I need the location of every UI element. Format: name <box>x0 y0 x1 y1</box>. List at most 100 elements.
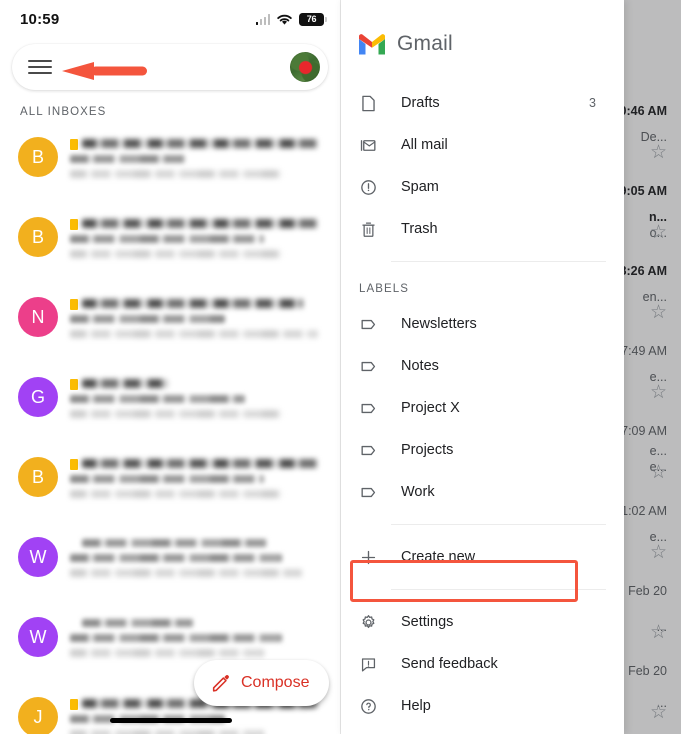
feedback-icon <box>359 655 401 674</box>
drawer-divider <box>391 589 606 590</box>
drawer-divider <box>391 524 606 525</box>
redacted-snippet <box>70 410 282 418</box>
avatar: B <box>18 137 58 177</box>
hamburger-menu-icon[interactable] <box>28 60 52 74</box>
table-row[interactable]: W <box>0 526 340 606</box>
drawer-label-project-x[interactable]: Project X <box>341 387 624 429</box>
unread-marker <box>70 219 78 230</box>
table-row[interactable]: B <box>0 206 340 286</box>
wifi-icon <box>277 14 292 25</box>
drawer-item-spam[interactable]: Spam <box>341 166 624 208</box>
trash-icon <box>359 220 401 239</box>
row-content <box>70 455 328 505</box>
unread-marker <box>70 459 78 470</box>
drawer-item-settings[interactable]: Settings <box>341 601 624 643</box>
redacted-sender <box>70 315 225 323</box>
drawer-item-create-new[interactable]: Create new <box>341 536 624 578</box>
redacted-snippet <box>70 250 282 258</box>
redacted-sender <box>70 235 264 243</box>
redacted-subject <box>82 219 319 228</box>
gear-icon <box>359 613 401 632</box>
redacted-subject <box>82 619 193 627</box>
redacted-subject <box>82 299 304 308</box>
drawer-item-label: Create new <box>401 549 476 565</box>
row-content <box>70 535 328 584</box>
table-row[interactable]: G <box>0 366 340 446</box>
unread-marker <box>70 139 78 150</box>
drawer-item-label: Work <box>401 484 435 500</box>
drawer-header: Gmail <box>341 0 624 88</box>
drawer-label-newsletters[interactable]: Newsletters <box>341 303 624 345</box>
redacted-sender <box>70 155 187 163</box>
plus-icon <box>359 548 401 567</box>
redacted-sender <box>70 475 264 483</box>
redacted-sender <box>70 634 282 642</box>
drawer-item-label: Projects <box>401 442 454 458</box>
drawer-item-all-mail[interactable]: All mail <box>341 124 624 166</box>
redacted-subject <box>82 539 267 547</box>
row-content <box>70 135 328 185</box>
row-content <box>70 215 328 265</box>
home-indicator <box>110 718 232 723</box>
drawer-label-notes[interactable]: Notes <box>341 345 624 387</box>
unread-marker <box>70 699 78 710</box>
table-row[interactable]: N <box>0 286 340 366</box>
drawer-item-label: Newsletters <box>401 316 477 332</box>
compose-button[interactable]: Compose <box>194 660 330 706</box>
redacted-snippet <box>70 170 282 178</box>
battery-percent: 76 <box>306 14 317 24</box>
drawer-item-label: Drafts <box>401 95 440 111</box>
row-content <box>70 375 328 425</box>
drawer-label-projects[interactable]: Projects <box>341 429 624 471</box>
drafts-count: 3 <box>589 96 596 110</box>
signal-bars-icon <box>255 13 270 25</box>
drawer-item-label: Settings <box>401 614 454 630</box>
compose-label: Compose <box>241 674 310 691</box>
drawer-item-help[interactable]: Help <box>341 685 624 727</box>
label-tag-icon <box>359 483 401 502</box>
drawer-item-label: Spam <box>401 179 439 195</box>
drawer-item-list[interactable]: Drafts 3 All mail Spam Trash LABELS News… <box>341 82 624 727</box>
status-bar-indicators: 76 <box>255 12 327 26</box>
help-question-icon <box>359 697 401 716</box>
drawer-item-drafts[interactable]: Drafts 3 <box>341 82 624 124</box>
mail-list[interactable]: B B N G B W W J <box>0 126 340 734</box>
all-mail-envelope-icon <box>359 136 401 155</box>
drawer-item-label: Project X <box>401 400 460 416</box>
redacted-sender <box>70 395 246 403</box>
drawer-item-label: All mail <box>401 137 448 153</box>
drawer-item-trash[interactable]: Trash <box>341 208 624 250</box>
redacted-snippet <box>70 490 282 498</box>
label-tag-icon <box>359 441 401 460</box>
avatar: B <box>18 457 58 497</box>
pencil-icon <box>212 675 229 692</box>
avatar: G <box>18 377 58 417</box>
left-pointing-arrow <box>62 62 147 80</box>
drawer-label-work[interactable]: Work <box>341 471 624 513</box>
left-phone-screen: 10:59 76 ALL INBOXES B B N G B W W J Com… <box>0 0 341 734</box>
battery-icon: 76 <box>299 12 327 26</box>
drafts-icon <box>359 94 401 113</box>
account-avatar[interactable] <box>290 52 320 82</box>
spam-exclamation-icon <box>359 178 401 197</box>
avatar: J <box>18 697 58 734</box>
navigation-drawer: Gmail Drafts 3 All mail Spam Trash LABEL… <box>341 0 624 734</box>
row-content <box>70 295 328 345</box>
drawer-brand-title: Gmail <box>397 32 453 55</box>
row-content <box>70 615 328 664</box>
drawer-divider <box>391 261 606 262</box>
drawer-item-label: Send feedback <box>401 656 498 672</box>
unread-marker <box>70 379 78 390</box>
table-row[interactable]: B <box>0 446 340 526</box>
redacted-sender <box>70 554 282 562</box>
avatar: B <box>18 217 58 257</box>
label-tag-icon <box>359 399 401 418</box>
label-tag-icon <box>359 315 401 334</box>
drawer-item-label: Trash <box>401 221 438 237</box>
label-tag-icon <box>359 357 401 376</box>
redacted-snippet <box>70 330 318 338</box>
status-bar-time: 10:59 <box>20 10 60 28</box>
redacted-snippet <box>70 649 264 657</box>
table-row[interactable]: B <box>0 126 340 206</box>
drawer-item-send-feedback[interactable]: Send feedback <box>341 643 624 685</box>
